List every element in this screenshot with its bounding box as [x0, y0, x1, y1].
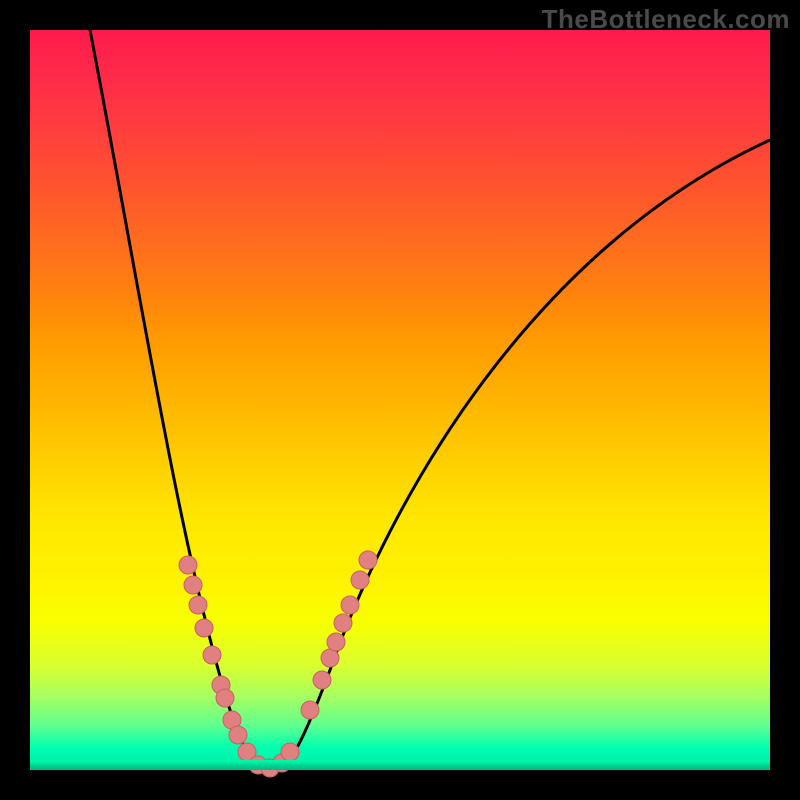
data-marker: [229, 726, 247, 744]
curve-svg: [30, 30, 770, 770]
data-marker: [313, 671, 331, 689]
data-marker: [189, 596, 207, 614]
data-marker: [203, 646, 221, 664]
data-marker: [216, 689, 234, 707]
data-marker: [351, 571, 369, 589]
data-marker: [179, 556, 197, 574]
chart-frame: TheBottleneck.com: [0, 0, 800, 800]
data-marker: [301, 701, 319, 719]
data-marker: [341, 596, 359, 614]
data-marker: [195, 619, 213, 637]
data-marker: [261, 759, 279, 777]
data-marker: [327, 633, 345, 651]
bottleneck-curve: [90, 30, 770, 770]
data-marker: [359, 551, 377, 569]
data-marker: [334, 614, 352, 632]
data-marker: [321, 649, 339, 667]
data-markers-group: [179, 551, 377, 777]
plot-area: [30, 30, 770, 770]
data-marker: [184, 576, 202, 594]
data-marker: [281, 743, 299, 761]
